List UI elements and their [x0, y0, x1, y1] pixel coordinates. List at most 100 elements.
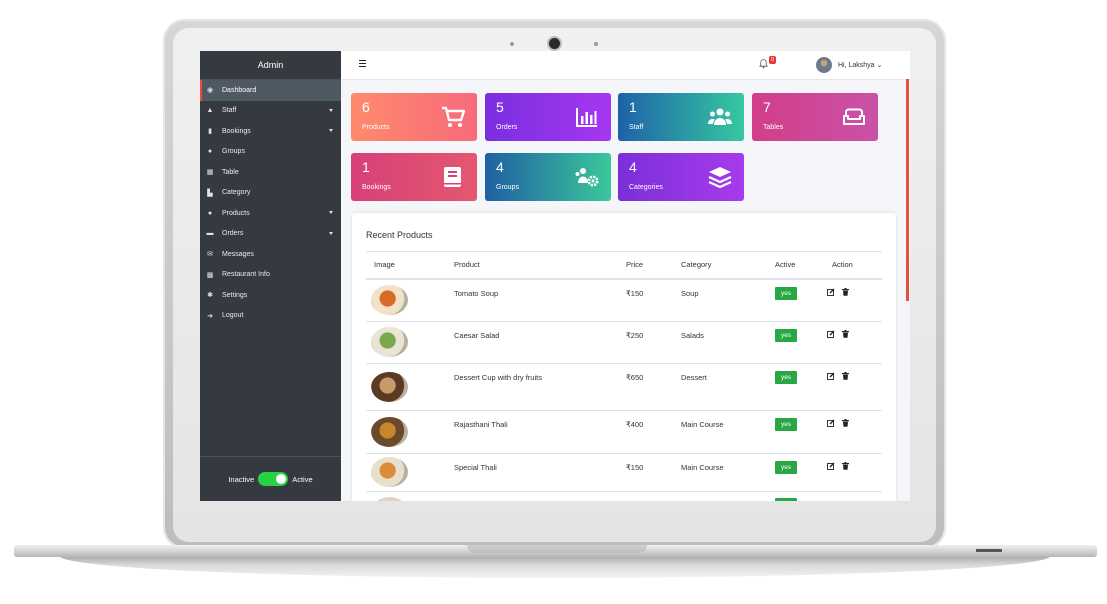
product-price: ₹400 [626, 420, 644, 429]
table-row-partial [366, 491, 882, 501]
tile-groups[interactable]: 4 Groups [485, 153, 611, 201]
table-row: Caesar Salad ₹250 Salads yes [366, 321, 882, 363]
tile-label: Bookings [362, 184, 391, 191]
laptop-port [976, 549, 1002, 552]
tile-label: Staff [629, 124, 644, 131]
toggle-knob [276, 474, 287, 484]
tile-count: 4 [496, 159, 504, 175]
gear-icon: ✱ [207, 292, 213, 300]
tile-count: 1 [362, 159, 370, 175]
product-thumbnail [371, 497, 408, 501]
app-screen: Admin ◉ Dashboard ▲ Staff ▮ Bookings ● Groups ▦ T… [200, 51, 910, 501]
sensor-dot [510, 42, 514, 46]
tile-orders[interactable]: 5 Orders [485, 93, 611, 141]
product-name: Rajasthani Thali [454, 420, 508, 429]
tile-tables[interactable]: 7 Tables [752, 93, 878, 141]
edit-icon[interactable] [827, 372, 835, 382]
status-badge[interactable]: yes [775, 287, 797, 300]
envelope-icon: ✉ [207, 251, 213, 259]
tile-products[interactable]: 6 Products [351, 93, 477, 141]
sidebar-item-logout[interactable]: ➜ Logout [200, 306, 341, 327]
sidebar-item-label: Dashboard [222, 86, 257, 94]
cart-icon [441, 106, 466, 128]
users-gear-icon [575, 166, 599, 188]
trash-icon[interactable] [842, 462, 849, 472]
sidebar-nav: ◉ Dashboard ▲ Staff ▮ Bookings ● Groups ▦ Table ▙ C… [200, 80, 341, 326]
laptop-base-shadow [60, 556, 1050, 578]
sidebar-item-settings[interactable]: ✱ Settings [200, 285, 341, 306]
laptop-notch [467, 545, 647, 553]
status-toggle-area: Inactive Active [200, 456, 341, 501]
sidebar: Admin ◉ Dashboard ▲ Staff ▮ Bookings ● Groups ▦ T… [200, 51, 341, 501]
edit-icon[interactable] [827, 462, 835, 472]
sensor-dot [594, 42, 598, 46]
edit-icon[interactable] [827, 419, 835, 429]
user-menu[interactable]: Hi, Lakshya ⌄ [838, 61, 882, 69]
sofa-icon [842, 106, 866, 128]
topbar: 0 Hi, Lakshya ⌄ [341, 51, 910, 80]
scroll-accent-bar [906, 79, 909, 301]
sidebar-item-products[interactable]: ● Products [200, 203, 341, 224]
trash-icon[interactable] [842, 419, 849, 429]
webcam [549, 38, 560, 49]
sidebar-item-messages[interactable]: ✉ Messages [200, 244, 341, 265]
sidebar-item-label: Table [222, 168, 239, 176]
bell-icon[interactable] [759, 59, 768, 72]
user-greeting: Hi, Lakshya [838, 62, 875, 69]
edit-icon[interactable] [827, 288, 835, 298]
product-name: Dessert Cup with dry fruits [454, 373, 542, 382]
column-header-category: Category [681, 260, 712, 269]
tile-count: 5 [496, 99, 504, 115]
status-badge[interactable]: yes [775, 461, 797, 474]
sidebar-item-bookings[interactable]: ▮ Bookings [200, 121, 341, 142]
brand-title[interactable]: Admin [200, 51, 341, 80]
category-icon: ▙ [207, 189, 213, 197]
user-icon: ▲ [206, 107, 214, 115]
sidebar-item-label: Staff [222, 107, 237, 115]
status-badge[interactable]: yes [775, 329, 797, 342]
book-icon: ▮ [208, 128, 212, 136]
sidebar-item-orders[interactable]: ▬ Orders [200, 224, 341, 245]
sidebar-item-label: Category [222, 189, 251, 197]
tile-label: Tables [763, 124, 784, 131]
product-name: Caesar Salad [454, 331, 500, 340]
sidebar-item-label: Logout [222, 312, 244, 320]
sidebar-item-groups[interactable]: ● Groups [200, 142, 341, 163]
status-toggle[interactable] [258, 472, 289, 486]
caret-down-icon [329, 108, 333, 112]
sidebar-item-dashboard[interactable]: ◉ Dashboard [200, 80, 341, 101]
product-category: Dessert [681, 373, 707, 382]
tile-bookings[interactable]: 1 Bookings [351, 153, 477, 201]
trash-icon[interactable] [842, 288, 849, 298]
trash-icon[interactable] [842, 330, 849, 340]
users-icon [708, 106, 732, 128]
tile-categories[interactable]: 4 Categories [618, 153, 744, 201]
avatar[interactable] [816, 57, 832, 73]
status-badge[interactable]: yes [775, 418, 797, 431]
product-price: ₹150 [626, 289, 644, 298]
users-icon: ● [207, 148, 213, 156]
column-header-image: Image [374, 260, 395, 269]
product-price: ₹650 [626, 373, 644, 382]
layers-icon [708, 166, 732, 189]
menu-toggle-icon[interactable] [359, 60, 366, 69]
recent-products-card: Recent Products Image Product Price Categor… [352, 213, 896, 501]
tile-staff[interactable]: 1 Staff [618, 93, 744, 141]
sidebar-item-category[interactable]: ▙ Category [200, 183, 341, 204]
sidebar-item-table[interactable]: ▦ Table [200, 162, 341, 183]
building-icon: ▩ [206, 271, 214, 279]
sidebar-item-label: Restaurant Info [222, 271, 270, 279]
sidebar-item-staff[interactable]: ▲ Staff [200, 101, 341, 122]
sidebar-item-restaurant-info[interactable]: ▩ Restaurant Info [200, 265, 341, 286]
status-badge [775, 498, 797, 501]
tile-label: Categories [629, 184, 663, 191]
card-title: Recent Products [366, 230, 433, 240]
product-thumbnail [371, 417, 408, 447]
sidebar-item-label: Bookings [222, 127, 251, 135]
column-header-product: Product [454, 260, 480, 269]
table-divider [366, 251, 882, 252]
trash-icon[interactable] [842, 372, 849, 382]
status-badge[interactable]: yes [775, 371, 797, 384]
edit-icon[interactable] [827, 330, 835, 340]
column-header-active: Active [775, 260, 796, 269]
